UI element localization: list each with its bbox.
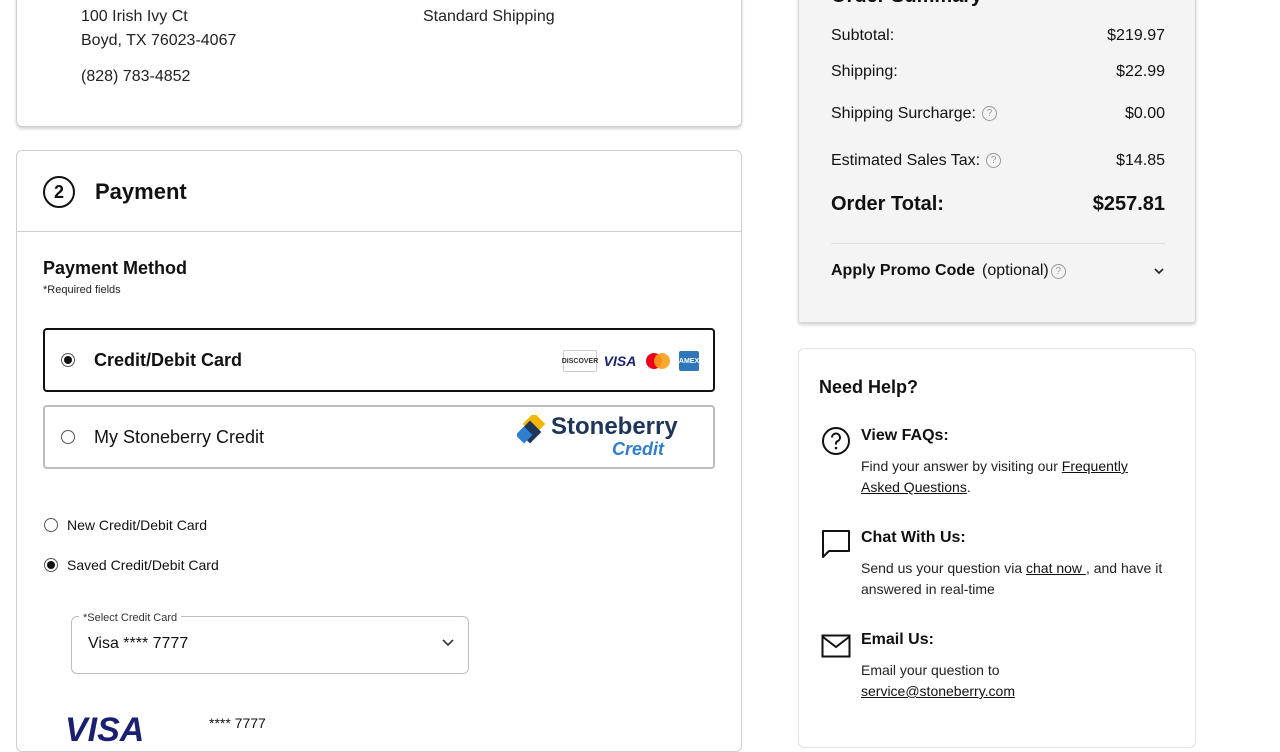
step-number-badge: 2 bbox=[43, 176, 75, 208]
credit-card-radio[interactable] bbox=[61, 353, 75, 367]
chat-now-link[interactable]: chat now bbox=[1026, 560, 1086, 576]
faq-text: Find your answer by visiting our Frequen… bbox=[861, 458, 1128, 495]
order-summary-title: Order Summary bbox=[831, 0, 982, 8]
shipping-label: Shipping: bbox=[831, 63, 898, 80]
help-icon[interactable]: ? bbox=[981, 106, 997, 122]
card-logos: DISCOVER VISA AMEX bbox=[562, 350, 699, 372]
stoneberry-credit-option-label: My Stoneberry Credit bbox=[94, 427, 265, 447]
visa-logo-icon: VISA bbox=[603, 353, 637, 369]
summary-row-shipping: Shipping: $22.99 bbox=[831, 63, 1165, 81]
stoneberry-diamond-icon bbox=[517, 415, 546, 444]
promo-optional-label: (optional) bbox=[982, 262, 1049, 279]
order-total-value: $257.81 bbox=[1092, 193, 1165, 215]
saved-card-number: **** 7777 bbox=[209, 715, 266, 731]
email-title: Email Us: bbox=[861, 631, 934, 648]
payment-method-heading: Payment Method bbox=[43, 258, 188, 278]
stoneberry-logo-text: Stoneberry bbox=[551, 413, 678, 440]
saved-card-label[interactable]: Saved Credit/Debit Card bbox=[67, 557, 219, 573]
question-circle-icon bbox=[822, 427, 850, 455]
tax-label: Estimated Sales Tax: bbox=[831, 152, 981, 169]
shipping-address-line2: Boyd, TX 76023-4067 bbox=[81, 32, 237, 49]
email-link[interactable]: service@stoneberry.com bbox=[861, 681, 1015, 702]
help-icon[interactable]: ? bbox=[1050, 263, 1066, 279]
select-credit-card-label: *Select Credit Card bbox=[79, 612, 182, 624]
surcharge-label: Shipping Surcharge: bbox=[831, 105, 976, 122]
select-credit-card-value[interactable]: Visa **** 7777 bbox=[88, 635, 188, 653]
mastercard-logo-icon bbox=[643, 351, 673, 371]
payment-option-credit-card[interactable]: Credit/Debit Card DISCOVER VISA AMEX bbox=[43, 328, 715, 392]
stoneberry-credit-radio[interactable] bbox=[61, 430, 75, 444]
promo-code-label: Apply Promo Code bbox=[831, 262, 976, 279]
payment-card: 2 Payment Payment Method *Required field… bbox=[16, 150, 742, 752]
faq-title: View FAQs: bbox=[861, 427, 949, 444]
payment-option-stoneberry-credit[interactable]: My Stoneberry Credit Stoneberry Credit bbox=[43, 405, 715, 469]
summary-row-total: Order Total: $257.81 bbox=[831, 193, 1165, 216]
amex-logo-icon: AMEX bbox=[679, 351, 699, 371]
mail-icon bbox=[821, 634, 851, 658]
shipping-phone: (828) 783-4852 bbox=[81, 68, 191, 85]
stoneberry-credit-logo: Stoneberry Credit bbox=[517, 411, 697, 463]
required-fields-note: *Required fields bbox=[43, 284, 121, 296]
surcharge-value: $0.00 bbox=[1124, 105, 1165, 122]
help-icon[interactable]: ? bbox=[986, 153, 1002, 169]
saved-card-radio[interactable] bbox=[44, 558, 58, 572]
new-card-radio[interactable] bbox=[44, 518, 58, 532]
divider bbox=[17, 231, 741, 232]
need-help-panel: Need Help? View FAQs: Find your answer b… bbox=[798, 348, 1196, 748]
chevron-down-icon[interactable] bbox=[1153, 267, 1165, 275]
chevron-down-icon[interactable] bbox=[441, 638, 455, 648]
chat-text: Send us your question via chat now , and… bbox=[861, 560, 1163, 597]
discover-logo-icon: DISCOVER bbox=[562, 350, 598, 372]
summary-row-subtotal: Subtotal: $219.97 bbox=[831, 27, 1165, 45]
shipping-value: $22.99 bbox=[1116, 63, 1165, 80]
chat-title: Chat With Us: bbox=[861, 529, 966, 546]
payment-title: Payment bbox=[95, 179, 187, 204]
order-total-label: Order Total: bbox=[831, 193, 944, 215]
summary-row-surcharge: Shipping Surcharge:? $0.00 bbox=[831, 105, 1165, 123]
stoneberry-credit-logo-text: Credit bbox=[612, 439, 665, 459]
subtotal-value: $219.97 bbox=[1107, 27, 1165, 44]
tax-value: $14.85 bbox=[1116, 152, 1165, 169]
divider bbox=[831, 243, 1165, 244]
order-summary: Order Summary Subtotal: $219.97 Shipping… bbox=[798, 0, 1196, 323]
shipping-address-line1: 100 Irish Ivy Ct bbox=[81, 8, 188, 25]
need-help-title: Need Help? bbox=[819, 377, 919, 397]
summary-row-tax: Estimated Sales Tax:? $14.85 bbox=[831, 152, 1165, 170]
credit-card-option-label: Credit/Debit Card bbox=[94, 350, 243, 370]
saved-card-visa-logo-icon: VISA bbox=[65, 711, 145, 749]
promo-code-toggle[interactable]: Apply Promo Code (optional) ? bbox=[831, 262, 1165, 280]
shipping-card: 100 Irish Ivy Ct Boyd, TX 76023-4067 (82… bbox=[16, 0, 742, 127]
new-card-label[interactable]: New Credit/Debit Card bbox=[67, 517, 207, 533]
subtotal-label: Subtotal: bbox=[831, 27, 895, 44]
email-text: Email your question to bbox=[861, 662, 1000, 678]
shipping-method: Standard Shipping bbox=[423, 8, 555, 25]
chat-bubble-icon bbox=[822, 530, 850, 558]
